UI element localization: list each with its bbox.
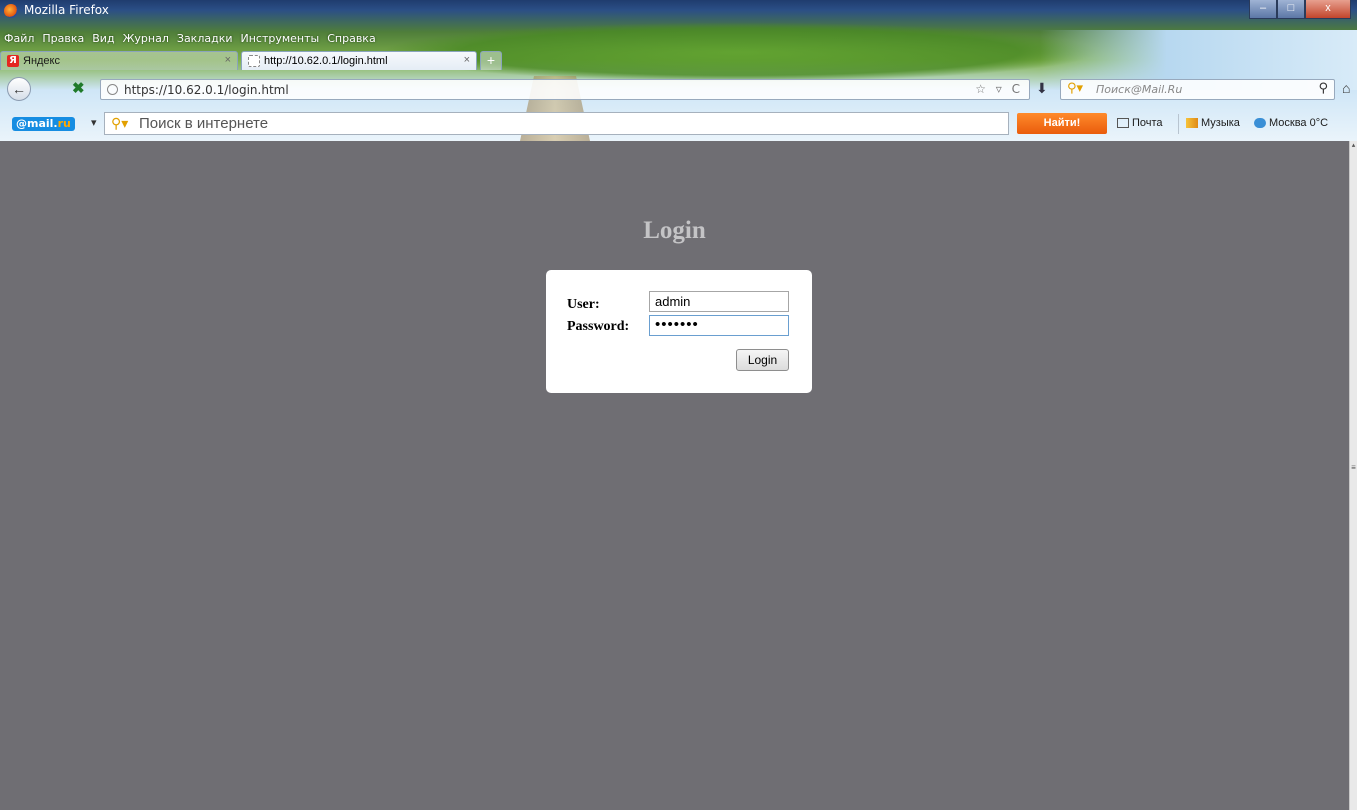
tab-login[interactable]: http://10.62.0.1/login.html × <box>241 51 477 70</box>
password-label: Password: <box>567 319 630 334</box>
menu-edit[interactable]: Правка <box>42 32 84 46</box>
window-controls: – □ x <box>1249 0 1351 19</box>
home-icon[interactable]: ⌂ <box>1342 80 1350 96</box>
tab-label: http://10.62.0.1/login.html <box>264 55 388 67</box>
yandex-icon: Я <box>7 55 19 67</box>
window-title: Mozilla Firefox <box>24 3 109 17</box>
globe-icon <box>107 84 118 95</box>
mailru-search-input[interactable]: ⚲▾ Поиск в интернете <box>104 112 1009 135</box>
logo-text: @mail. <box>16 117 58 130</box>
title-bar: Mozilla Firefox – □ x <box>0 0 1357 22</box>
tab-strip: Я Яндекс × http://10.62.0.1/login.html ×… <box>0 51 502 70</box>
weather-link[interactable]: Москва 0°C <box>1254 117 1328 129</box>
password-field[interactable]: ••••••• <box>649 315 789 336</box>
music-icon <box>1186 118 1198 128</box>
back-button[interactable]: ← <box>7 77 31 101</box>
menu-bookmarks[interactable]: Закладки <box>177 32 233 46</box>
menu-history[interactable]: Журнал <box>123 32 169 46</box>
scroll-grip-icon[interactable]: ≡ <box>1350 463 1357 473</box>
login-button[interactable]: Login <box>736 349 789 371</box>
menu-help[interactable]: Справка <box>327 32 375 46</box>
mailru-logo[interactable]: @mail.ru <box>12 117 75 131</box>
music-link[interactable]: Музыка <box>1186 117 1240 129</box>
menu-bar: Файл Правка Вид Журнал Закладки Инструме… <box>4 32 376 46</box>
menu-tools[interactable]: Инструменты <box>241 32 320 46</box>
search-placeholder: Поиск@Mail.Ru <box>1096 83 1183 96</box>
firefox-icon <box>4 4 18 18</box>
logo-ru-text: ru <box>57 117 71 130</box>
url-text[interactable]: https://10.62.0.1/login.html <box>124 83 289 97</box>
chevron-down-icon[interactable]: ▾ <box>91 116 97 129</box>
mailru-toolbar: @mail.ru ▾ ⚲▾ Поиск в интернете Найти! П… <box>0 110 1357 137</box>
music-label: Музыка <box>1201 117 1240 129</box>
tab-label: Яндекс <box>23 55 60 67</box>
close-window-button[interactable]: x <box>1305 0 1351 19</box>
menu-file[interactable]: Файл <box>4 32 34 46</box>
tab-yandex[interactable]: Я Яндекс × <box>0 51 238 70</box>
close-tab-icon[interactable]: × <box>464 54 470 66</box>
address-bar[interactable]: https://10.62.0.1/login.html ☆ ▿ C <box>100 79 1030 100</box>
search-go-icon[interactable]: ⚲ <box>1318 81 1328 96</box>
navigation-bar: ← ✖ https://10.62.0.1/login.html ☆ ▿ C ⬇… <box>0 75 1357 103</box>
weather-label: Москва 0°C <box>1269 117 1329 129</box>
search-bar[interactable]: ⚲▾ Поиск@Mail.Ru ⚲ <box>1060 79 1335 100</box>
browser-chrome: Mozilla Firefox – □ x Файл Правка Вид Жу… <box>0 0 1357 141</box>
page-title: Login <box>643 217 706 244</box>
divider <box>1178 114 1179 134</box>
scroll-up-icon[interactable]: ▴ <box>1350 141 1357 153</box>
weather-cloud-icon <box>1254 118 1266 128</box>
vertical-scrollbar[interactable]: ▴ ≡ <box>1349 141 1357 810</box>
page-content: Login User: admin Password: ••••••• Logi… <box>0 141 1349 810</box>
envelope-icon <box>1117 118 1129 128</box>
search-engine-icon[interactable]: ⚲▾ <box>1067 81 1083 96</box>
mailru-search-placeholder: Поиск в интернете <box>139 115 269 132</box>
addon-x-icon[interactable]: ✖ <box>72 79 85 97</box>
minimize-button[interactable]: – <box>1249 0 1277 19</box>
page-icon <box>248 55 260 67</box>
close-tab-icon[interactable]: × <box>225 54 231 66</box>
user-label: User: <box>567 297 600 312</box>
login-form: User: admin Password: ••••••• Login <box>546 270 812 393</box>
new-tab-button[interactable]: + <box>480 51 502 70</box>
search-icon: ⚲▾ <box>111 115 129 131</box>
user-field[interactable]: admin <box>649 291 789 312</box>
mail-link[interactable]: Почта <box>1117 117 1163 129</box>
maximize-button[interactable]: □ <box>1277 0 1305 19</box>
download-icon[interactable]: ⬇ <box>1036 80 1048 97</box>
find-button[interactable]: Найти! <box>1017 113 1107 134</box>
bookmark-reload-icons[interactable]: ☆ ▿ C <box>975 82 1023 96</box>
mail-label: Почта <box>1132 117 1163 129</box>
menu-view[interactable]: Вид <box>92 32 114 46</box>
